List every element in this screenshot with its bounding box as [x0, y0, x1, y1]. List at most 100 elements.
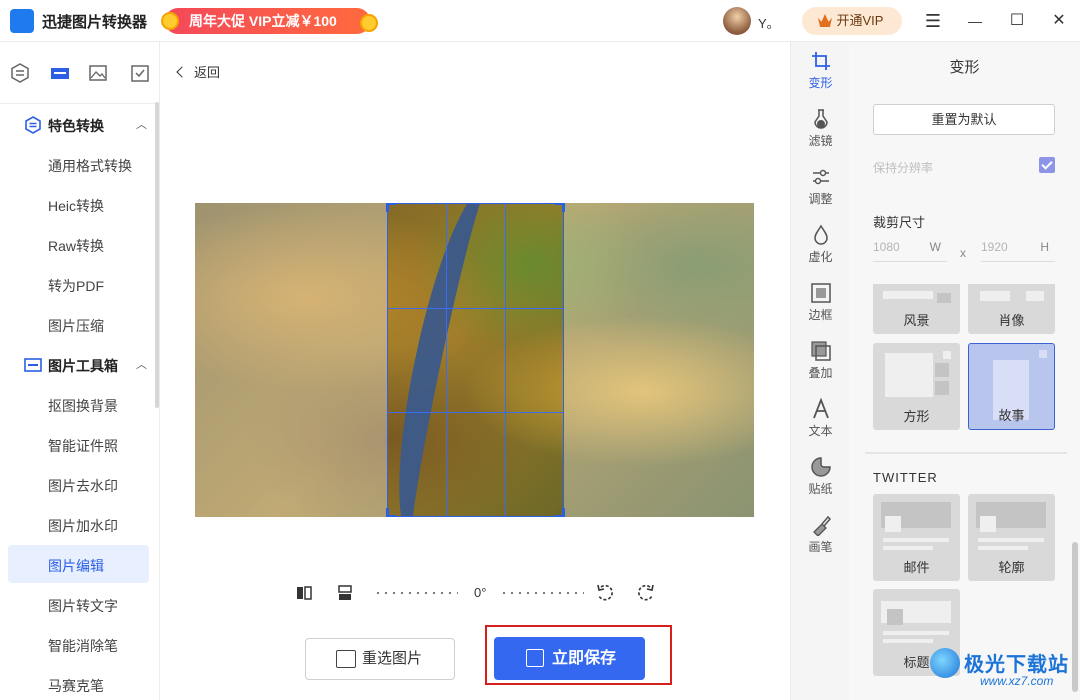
- rotation-slider-right[interactable]: [500, 592, 584, 594]
- rotate-right-icon[interactable]: [636, 583, 656, 603]
- sidebar: 特色转换 ︿ 通用格式转换 Heic转换 Raw转换 转为PDF 图片压缩 图片…: [0, 42, 160, 700]
- open-vip-button[interactable]: 开通VIP: [802, 7, 902, 35]
- download-icon: [526, 649, 544, 667]
- width-input[interactable]: 1080 W: [873, 240, 947, 262]
- sidebar-group-special[interactable]: 特色转换 ︿: [0, 104, 160, 144]
- tool-brush[interactable]: 画笔: [791, 510, 850, 566]
- sidebar-group-label: 图片工具箱: [48, 358, 118, 374]
- rotation-slider-left[interactable]: [374, 592, 458, 594]
- reset-default-button[interactable]: 重置为默认: [873, 104, 1055, 135]
- watermark-name: 极光下载站: [964, 654, 1069, 676]
- promo-banner[interactable]: 周年大促 VIP立减￥100: [161, 8, 378, 34]
- site-watermark: 极光下载站 www.xz7.com: [930, 644, 1076, 696]
- crop-handle[interactable]: [386, 203, 396, 212]
- crop-box[interactable]: [386, 203, 565, 517]
- blur-icon: [813, 224, 828, 245]
- coin-icon: [161, 12, 179, 30]
- save-now-button[interactable]: 立即保存: [494, 637, 645, 680]
- preset-story[interactable]: 故事: [968, 343, 1055, 430]
- crop-grid-line: [446, 204, 447, 516]
- height-input[interactable]: 1920 H: [981, 240, 1055, 262]
- preset-square[interactable]: 方形: [873, 343, 960, 430]
- close-button[interactable]: ✕: [1046, 8, 1072, 34]
- sidebar-tabs: [0, 42, 160, 104]
- maximize-button[interactable]: ☐: [1004, 8, 1030, 34]
- menu-icon[interactable]: ☰: [920, 8, 946, 34]
- promo-text: 周年大促 VIP立减￥100: [189, 13, 337, 29]
- tool-column: 变形 滤镜 调整 虚化 边框 叠加 文本 贴纸 画笔: [790, 42, 849, 700]
- title-bar: 迅捷图片转换器 周年大促 VIP立减￥100 Y。 开通VIP ☰ — ☐ ✕: [0, 0, 1080, 42]
- preset-landscape[interactable]: 风景: [873, 284, 960, 334]
- sticker-icon: [810, 457, 831, 477]
- sidebar-item-pdf[interactable]: 转为PDF: [8, 265, 149, 303]
- brush-icon: [812, 515, 831, 536]
- properties-panel: 变形 重置为默认 保持分辨率 裁剪尺寸 1080 W x 1920 H 风景 肖…: [849, 42, 1080, 700]
- sidebar-item-add-watermark[interactable]: 图片加水印: [8, 505, 149, 543]
- tool-filter[interactable]: 滤镜: [791, 104, 850, 160]
- tool-overlay[interactable]: 叠加: [791, 336, 850, 392]
- flip-horizontal-icon[interactable]: [294, 583, 314, 603]
- tool-frame[interactable]: 边框: [791, 278, 850, 334]
- sidebar-scrollbar[interactable]: [155, 102, 159, 408]
- save-label: 立即保存: [552, 650, 617, 667]
- image-icon: [336, 650, 356, 668]
- crop-grid-line: [505, 204, 506, 516]
- rotate-left-icon[interactable]: [595, 583, 615, 603]
- sidebar-item-ocr[interactable]: 图片转文字: [8, 585, 149, 623]
- frame-icon: [810, 283, 831, 303]
- crop-handle[interactable]: [555, 508, 565, 517]
- crop-handle[interactable]: [555, 203, 565, 212]
- sidebar-item-eraser[interactable]: 智能消除笔: [8, 625, 149, 663]
- app-logo-icon: [10, 9, 34, 33]
- rotation-value: 0°: [474, 585, 487, 600]
- sidebar-item-cutout[interactable]: 抠图换背景: [8, 385, 149, 423]
- convert-icon: [25, 116, 41, 134]
- keep-resolution-checkbox[interactable]: [1039, 157, 1055, 173]
- tool-sticker[interactable]: 贴纸: [791, 452, 850, 508]
- crop-grid-line: [388, 308, 563, 309]
- sidebar-item-mosaic[interactable]: 马赛克笔: [8, 665, 149, 700]
- reselect-image-button[interactable]: 重选图片: [305, 638, 455, 680]
- back-label: 返回: [194, 65, 221, 80]
- tool-transform[interactable]: 变形: [791, 46, 850, 102]
- section-divider: [865, 452, 1067, 454]
- image-canvas[interactable]: [195, 203, 754, 517]
- crop-handle[interactable]: [386, 508, 396, 517]
- check-icon[interactable]: [130, 63, 150, 83]
- avatar[interactable]: [723, 7, 751, 35]
- sidebar-item-remove-watermark[interactable]: 图片去水印: [8, 465, 149, 503]
- flip-vertical-icon[interactable]: [335, 583, 355, 603]
- crop-mask-left: [195, 203, 387, 517]
- toolbox-icon[interactable]: [50, 63, 70, 83]
- sidebar-item-heic[interactable]: Heic转换: [8, 185, 149, 223]
- image-icon[interactable]: [88, 63, 108, 83]
- tool-blur[interactable]: 虚化: [791, 220, 850, 276]
- app-title: 迅捷图片转换器: [42, 14, 148, 31]
- sidebar-item-image-edit[interactable]: 图片编辑: [8, 545, 149, 583]
- user-name[interactable]: Y。: [758, 13, 780, 32]
- preset-twitter-profile[interactable]: 轮廓: [968, 494, 1055, 581]
- sidebar-group-label: 特色转换: [48, 118, 104, 134]
- watermark-url: www.xz7.com: [980, 674, 1054, 688]
- crop-size-label: 裁剪尺寸: [873, 215, 926, 230]
- sidebar-item-format[interactable]: 通用格式转换: [8, 145, 149, 183]
- crop-icon: [811, 52, 830, 70]
- open-vip-label: 开通VIP: [836, 13, 884, 28]
- tool-text[interactable]: 文本: [791, 394, 850, 450]
- convert-icon[interactable]: [10, 63, 30, 83]
- text-icon: [812, 398, 829, 419]
- chevron-up-icon: ︿: [136, 119, 147, 131]
- sidebar-item-id-photo[interactable]: 智能证件照: [8, 425, 149, 463]
- tool-adjust[interactable]: 调整: [791, 162, 850, 218]
- minimize-button[interactable]: —: [962, 8, 988, 34]
- sidebar-item-raw[interactable]: Raw转换: [8, 225, 149, 263]
- preset-twitter-mail[interactable]: 邮件: [873, 494, 960, 581]
- preset-portrait[interactable]: 肖像: [968, 284, 1055, 334]
- watermark-logo-icon: [930, 648, 960, 678]
- sidebar-item-compress[interactable]: 图片压缩: [8, 305, 149, 343]
- back-button[interactable]: 返回: [176, 62, 221, 81]
- sidebar-group-toolbox[interactable]: 图片工具箱 ︿: [0, 344, 160, 384]
- keep-resolution-label: 保持分辨率: [873, 161, 934, 175]
- size-separator: x: [960, 246, 966, 260]
- chevron-left-icon: [176, 66, 188, 78]
